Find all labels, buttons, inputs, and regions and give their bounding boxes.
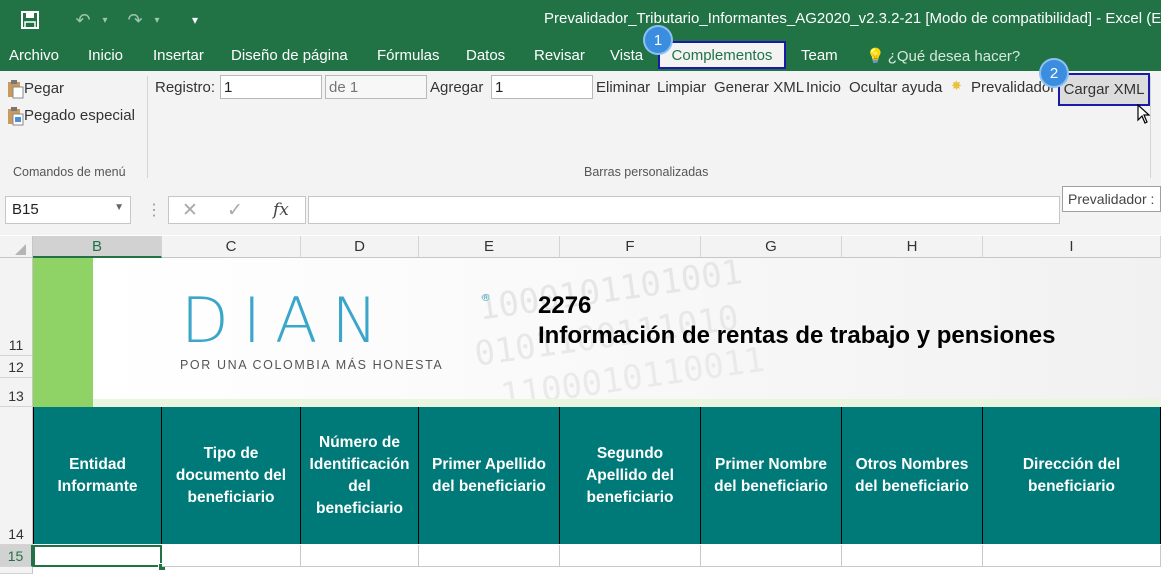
tab-revisar[interactable]: Revisar bbox=[534, 47, 585, 64]
column-header-i[interactable]: I bbox=[983, 236, 1161, 258]
formula-input[interactable] bbox=[308, 196, 1060, 224]
cell-g15[interactable] bbox=[701, 545, 842, 567]
undo-icon[interactable]: ↶ bbox=[72, 9, 94, 31]
cargar-xml-button[interactable]: Cargar XML bbox=[1058, 73, 1150, 106]
select-all-icon bbox=[15, 244, 26, 255]
insert-function-icon[interactable]: fx bbox=[273, 200, 289, 220]
banner-bottom-strip bbox=[93, 399, 1161, 407]
cell-c15[interactable] bbox=[162, 545, 301, 567]
formula-buttons: ✕ ✓ fx bbox=[168, 196, 306, 224]
formula-bar-grip-icon: ⋮ bbox=[146, 202, 162, 219]
column-header-b[interactable]: B bbox=[33, 236, 162, 258]
registro-input[interactable] bbox=[220, 75, 322, 99]
header-numero-identificacion: Número de Identificación del beneficiari… bbox=[301, 407, 419, 544]
mouse-cursor-icon bbox=[1137, 103, 1151, 129]
undo-dropdown-icon[interactable]: ▾ bbox=[94, 9, 116, 31]
header-direccion: Dirección del beneficiario bbox=[983, 407, 1161, 544]
paste-button[interactable]: Pegar bbox=[6, 79, 64, 99]
header-entidad-informante: Entidad Informante bbox=[33, 407, 162, 544]
group-divider bbox=[1150, 76, 1151, 178]
header-segundo-apellido: Segundo Apellido del beneficiario bbox=[560, 407, 701, 544]
name-box-dropdown-icon[interactable]: ▼ bbox=[114, 202, 124, 213]
prevalidador-button[interactable]: Prevalidador bbox=[971, 79, 1055, 96]
save-icon[interactable] bbox=[19, 9, 41, 31]
banner-image: 1000101101001 0101100111010 110001011001… bbox=[93, 258, 1161, 399]
lightbulb-icon: 💡 bbox=[866, 48, 885, 65]
dian-tagline: POR UNA COLOMBIA MÁS HONESTA bbox=[180, 358, 444, 372]
total-records-field bbox=[325, 75, 427, 99]
tab-complementos[interactable]: Complementos bbox=[658, 41, 786, 69]
tab-inicio[interactable]: Inicio bbox=[88, 47, 123, 64]
name-box[interactable]: B15 ▼ bbox=[5, 196, 131, 224]
ocultar-ayuda-button[interactable]: Ocultar ayuda bbox=[849, 79, 942, 96]
column-header-e[interactable]: E bbox=[419, 236, 560, 258]
tooltip: Prevalidador : bbox=[1062, 186, 1161, 212]
ribbon-tabs: Archivo Inicio Insertar Diseño de página… bbox=[0, 40, 1161, 71]
row-header-11[interactable]: 11 bbox=[0, 336, 33, 356]
tab-formulas[interactable]: Fórmulas bbox=[377, 47, 440, 64]
redo-dropdown-icon[interactable]: ▾ bbox=[146, 9, 168, 31]
cell-e15[interactable] bbox=[419, 545, 560, 567]
header-primer-nombre: Primer Nombre del beneficiario bbox=[701, 407, 842, 544]
tab-diseno-pagina[interactable]: Diseño de página bbox=[231, 47, 348, 64]
tab-archivo[interactable]: Archivo bbox=[9, 47, 59, 64]
row-header-16[interactable] bbox=[0, 567, 33, 574]
generar-xml-button[interactable]: Generar XML bbox=[714, 79, 804, 96]
tell-me-search[interactable]: 💡 ¿Qué desea hacer? bbox=[866, 47, 1020, 65]
paste-special-icon bbox=[8, 107, 24, 126]
eliminar-button[interactable]: Eliminar bbox=[596, 79, 650, 96]
header-otros-nombres: Otros Nombres del beneficiario bbox=[842, 407, 983, 544]
sun-icon: ✸ bbox=[951, 78, 962, 93]
annotation-badge-1: 1 bbox=[645, 27, 671, 53]
limpiar-button[interactable]: Limpiar bbox=[657, 79, 706, 96]
customize-quick-access-icon[interactable]: ▾ bbox=[184, 9, 206, 31]
group-label-menu-commands: Comandos de menú bbox=[13, 165, 126, 179]
group-label-custom-bars: Barras personalizadas bbox=[584, 165, 709, 179]
registered-mark-icon: ® bbox=[482, 293, 490, 304]
cancel-entry-icon[interactable]: ✕ bbox=[182, 199, 198, 222]
select-all-button[interactable] bbox=[0, 236, 33, 258]
cell-h15[interactable] bbox=[842, 545, 983, 567]
form-title: Información de rentas de trabajo y pensi… bbox=[538, 322, 1056, 349]
column-header-g[interactable]: G bbox=[701, 236, 842, 258]
tab-team[interactable]: Team bbox=[801, 47, 838, 64]
agregar-label: Agregar bbox=[430, 79, 484, 96]
row-header-12[interactable]: 12 bbox=[0, 356, 33, 378]
tab-insertar[interactable]: Insertar bbox=[153, 47, 204, 64]
row-header-15[interactable]: 15 bbox=[0, 545, 33, 567]
registro-label: Registro: bbox=[155, 79, 216, 96]
agregar-input[interactable] bbox=[491, 75, 593, 99]
header-primer-apellido: Primer Apellido del beneficiario bbox=[419, 407, 560, 544]
group-divider bbox=[147, 76, 148, 178]
title-bar: ↶ ▾ ↷ ▾ ▾ Prevalidador_Tributario_Inform… bbox=[0, 0, 1161, 40]
annotation-badge-2: 2 bbox=[1041, 60, 1067, 86]
row-header-13[interactable]: 13 bbox=[0, 378, 33, 407]
paste-special-button[interactable]: Pegado especial bbox=[6, 106, 135, 126]
cell-b15[interactable] bbox=[33, 545, 162, 567]
header-tipo-documento: Tipo de documento del beneficiario bbox=[162, 407, 301, 544]
row-header-14[interactable]: 14 bbox=[0, 407, 33, 545]
paste-icon bbox=[8, 80, 24, 99]
cell-d15[interactable] bbox=[301, 545, 419, 567]
column-header-h[interactable]: H bbox=[842, 236, 983, 258]
confirm-entry-icon[interactable]: ✓ bbox=[227, 199, 243, 222]
form-code: 2276 bbox=[538, 292, 592, 319]
window-title: Prevalidador_Tributario_Informantes_AG20… bbox=[544, 10, 1161, 27]
redo-icon[interactable]: ↷ bbox=[124, 9, 146, 31]
cell-f15[interactable] bbox=[560, 545, 701, 567]
column-header-c[interactable]: C bbox=[162, 236, 301, 258]
cell-i15[interactable] bbox=[983, 545, 1161, 567]
inicio-button[interactable]: Inicio bbox=[806, 79, 841, 96]
column-header-f[interactable]: F bbox=[560, 236, 701, 258]
column-header-d[interactable]: D bbox=[301, 236, 419, 258]
tab-vista[interactable]: Vista bbox=[610, 47, 643, 64]
tab-datos[interactable]: Datos bbox=[466, 47, 505, 64]
dian-logo: DIAN bbox=[181, 284, 392, 357]
